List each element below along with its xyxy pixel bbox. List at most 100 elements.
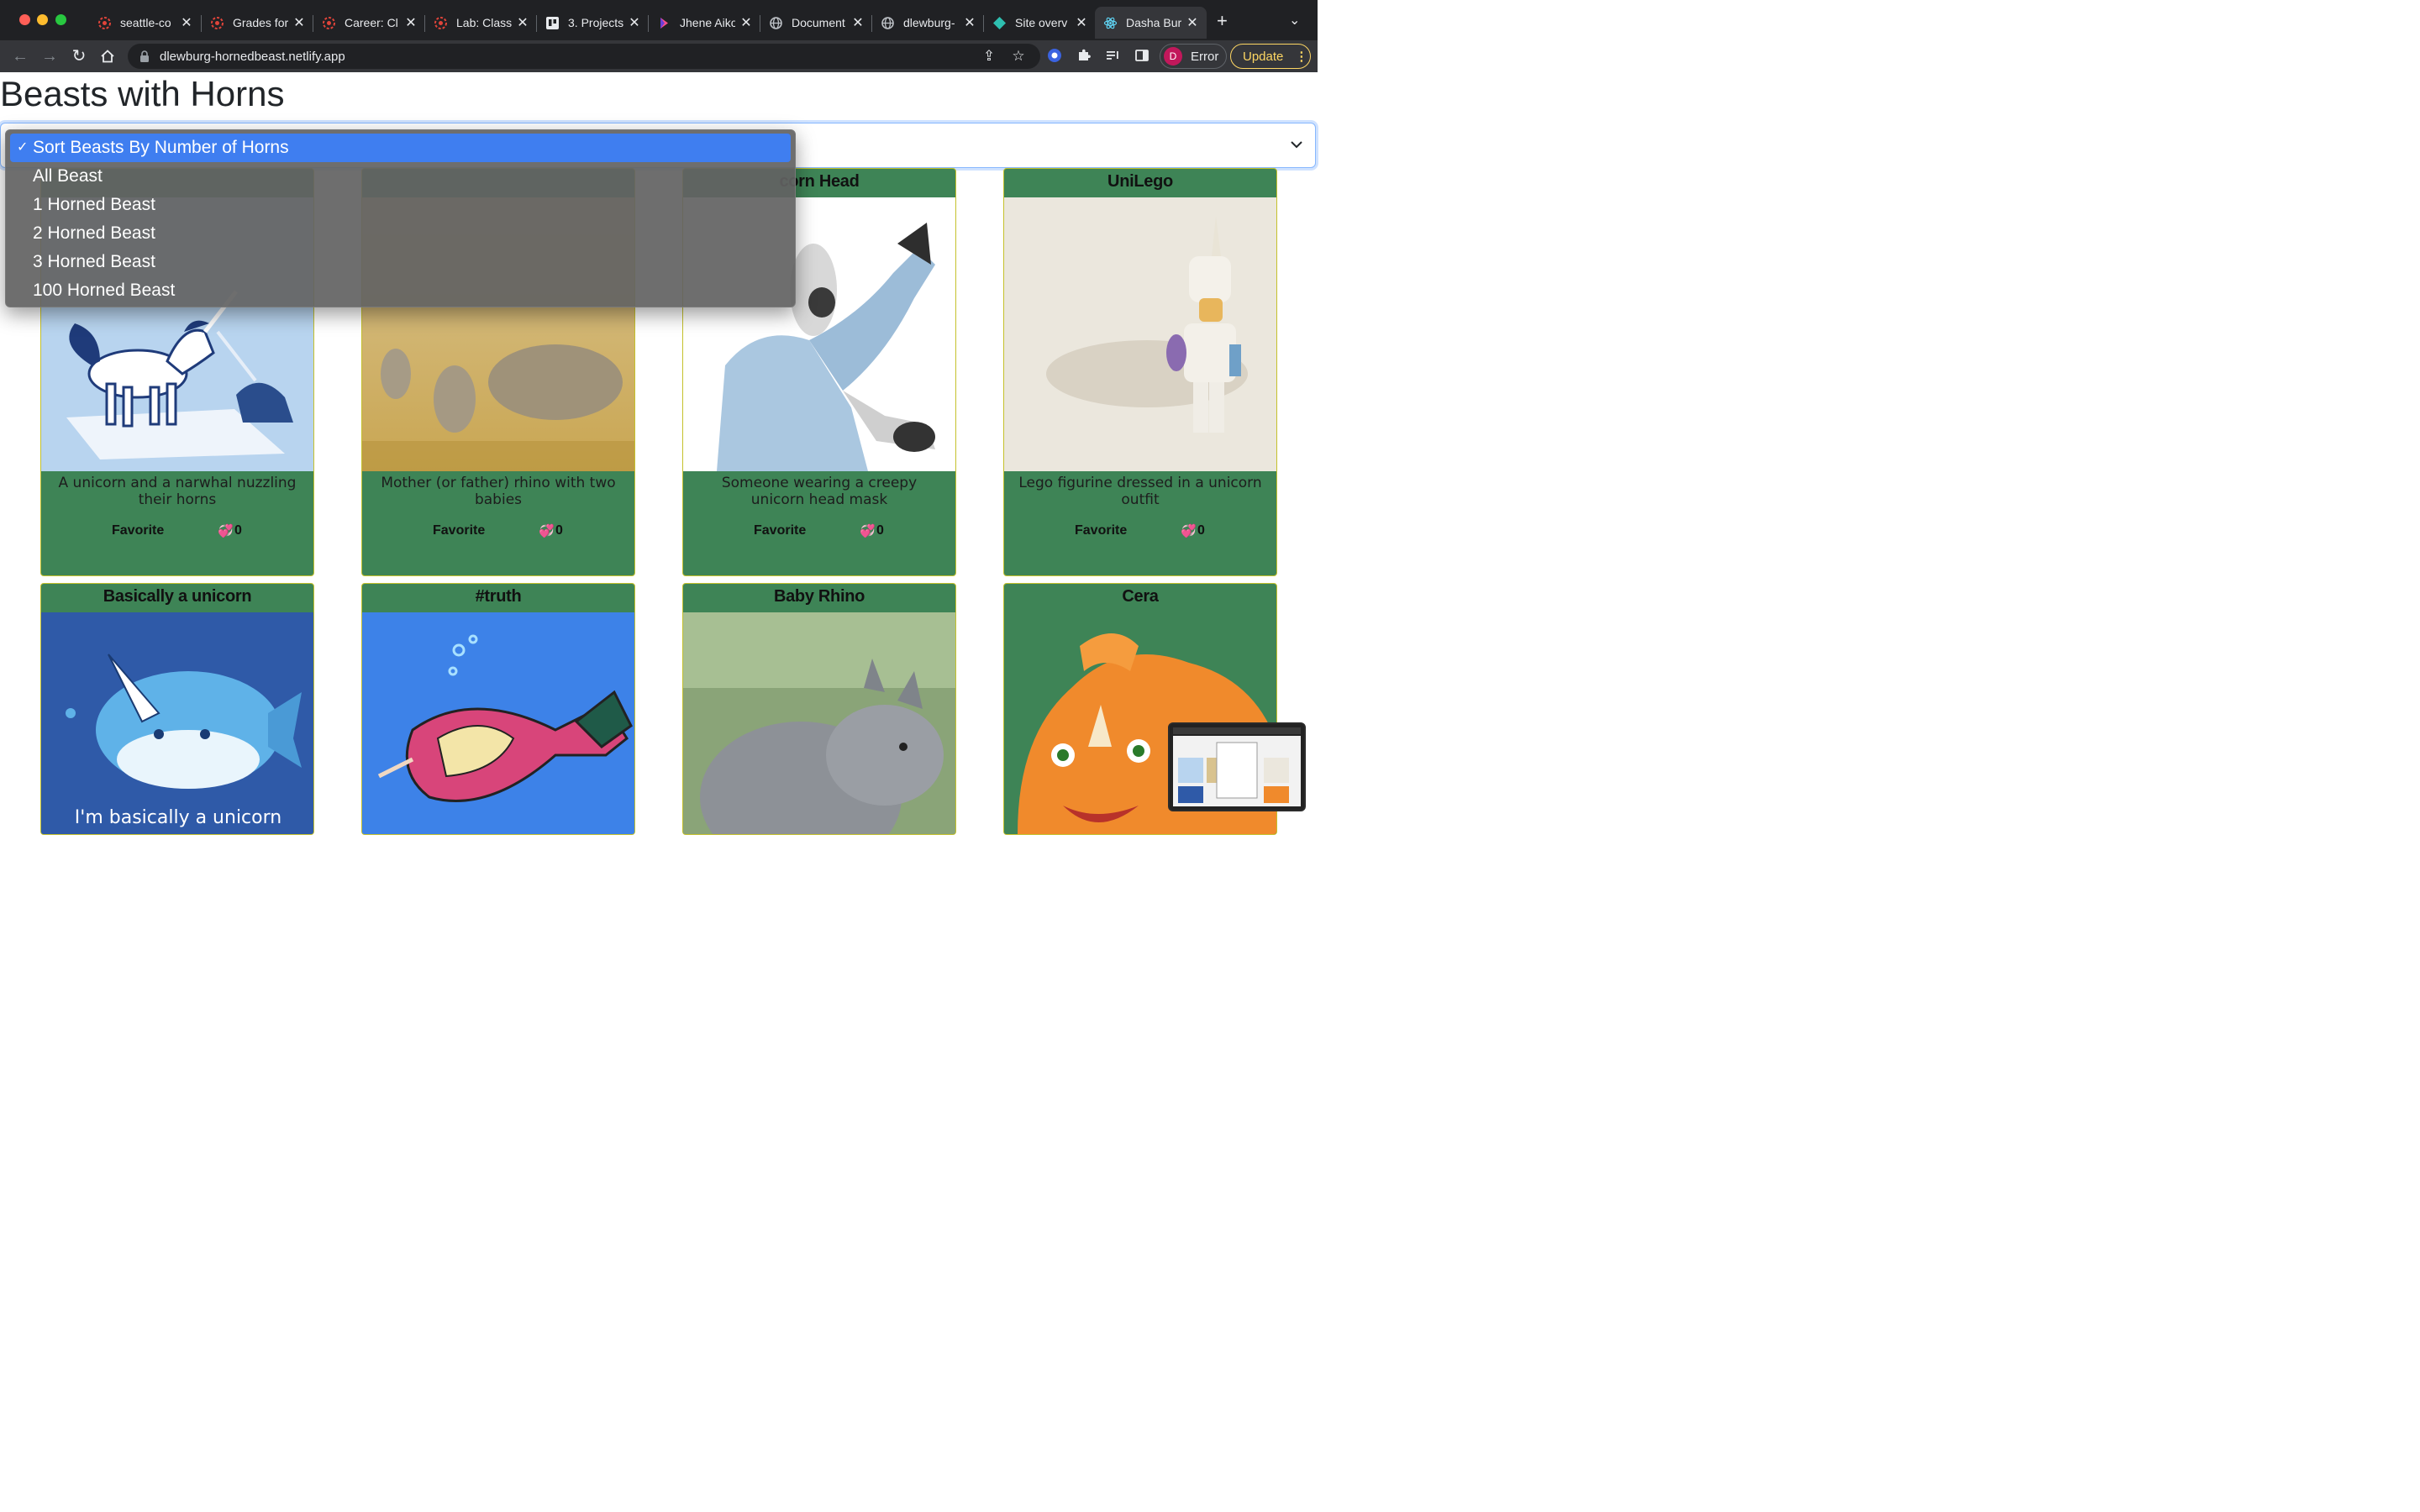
card-description: A unicorn and a narwhal nuzzling their h… <box>58 475 297 508</box>
card-title: #truth <box>475 587 522 606</box>
select-option-1-horn[interactable]: 1 Horned Beast <box>10 191 791 219</box>
bookmark-star-icon[interactable]: ☆ <box>1010 48 1027 65</box>
tab-title: Dasha Bur <box>1126 16 1181 29</box>
close-tab-icon[interactable]: ✕ <box>852 14 864 31</box>
tab-title: Site overv <box>1015 16 1068 29</box>
browser-tab[interactable]: Career: Cl ✕ <box>313 7 425 39</box>
close-tab-icon[interactable]: ✕ <box>964 14 976 31</box>
card-title: Baby Rhino <box>773 587 865 606</box>
favorite-button[interactable]: Favorite <box>754 523 806 538</box>
close-window-button[interactable] <box>19 14 30 25</box>
update-button[interactable]: Update ⋮ <box>1230 44 1311 69</box>
select-option-sort[interactable]: ✓ Sort Beasts By Number of Horns <box>10 134 791 162</box>
favorite-button[interactable]: Favorite <box>433 523 485 538</box>
new-tab-icon[interactable]: + <box>1217 12 1228 30</box>
tab-title: Jhene Aiko <box>680 16 735 29</box>
maximize-window-button[interactable] <box>55 14 66 25</box>
likes-count: 0 <box>876 523 884 538</box>
close-tab-icon[interactable]: ✕ <box>629 14 640 31</box>
address-bar[interactable]: dlewburg-hornedbeast.netlify.app <box>128 44 1040 69</box>
more-menu-icon[interactable]: ⋮ <box>1295 49 1307 64</box>
close-tab-icon[interactable]: ✕ <box>293 14 305 31</box>
select-option-all[interactable]: All Beast <box>10 162 791 191</box>
globe-icon <box>881 16 895 30</box>
close-tab-icon[interactable]: ✕ <box>1186 14 1198 31</box>
back-arrow-icon[interactable]: ← <box>10 46 30 66</box>
beast-image[interactable] <box>1004 197 1276 471</box>
close-tab-icon[interactable]: ✕ <box>1076 14 1087 31</box>
likes-count: 0 <box>555 523 563 538</box>
heart-icon: 💞 <box>539 524 555 538</box>
favorite-button[interactable]: Favorite <box>1075 523 1127 538</box>
chevron-down-icon <box>1290 135 1303 153</box>
code-fellows-icon <box>97 16 112 30</box>
browser-tab[interactable]: Site overv ✕ <box>984 7 1096 39</box>
profile-status: Error <box>1191 49 1219 64</box>
music-icon <box>657 16 671 30</box>
tab-title: dlewburg- <box>903 16 955 29</box>
react-icon <box>1103 16 1118 30</box>
extensions-puzzle-icon[interactable] <box>1076 48 1092 65</box>
home-icon[interactable] <box>97 46 118 66</box>
beast-image[interactable] <box>362 612 634 834</box>
code-fellows-icon <box>434 16 448 30</box>
beast-image[interactable]: I'm basically a unicorn <box>41 612 313 834</box>
close-tab-icon[interactable]: ✕ <box>181 14 192 31</box>
likes-count: 0 <box>1197 523 1205 538</box>
media-queue-icon[interactable] <box>1104 48 1121 65</box>
beast-card: #truth <box>361 583 635 835</box>
favorite-button[interactable]: Favorite <box>112 523 164 538</box>
trello-icon <box>545 16 560 30</box>
tab-title: seattle-co <box>120 16 171 29</box>
code-fellows-icon <box>322 16 336 30</box>
beast-image[interactable] <box>683 612 955 834</box>
browser-tab[interactable]: Lab: Class ✕ <box>425 7 537 39</box>
update-label: Update <box>1243 49 1284 64</box>
url-text: dlewburg-hornedbeast.netlify.app <box>160 49 345 64</box>
share-icon[interactable]: ⇪ <box>981 48 997 65</box>
horns-sort-dropdown: ✓ Sort Beasts By Number of Horns All Bea… <box>5 129 796 307</box>
tab-title: Document <box>792 16 845 29</box>
browser-tab[interactable]: Jhene Aiko ✕ <box>649 7 760 39</box>
lock-icon <box>140 50 149 62</box>
browser-tab[interactable]: dlewburg- ✕ <box>872 7 984 39</box>
profile-button[interactable]: D Error <box>1160 44 1227 69</box>
reload-icon[interactable]: ↻ <box>69 46 89 66</box>
chevron-down-icon[interactable]: ⌄ <box>1289 12 1300 29</box>
likes-count: 0 <box>234 523 242 538</box>
beast-card: UniLego Lego figurine dressed in a unico… <box>1003 168 1277 576</box>
card-title: Cera <box>1122 587 1159 606</box>
card-title: Basically a unicorn <box>103 587 252 606</box>
screen-recording-thumbnail[interactable] <box>1168 722 1306 811</box>
card-title: UniLego <box>1107 172 1173 191</box>
select-option-100-horns[interactable]: 100 Horned Beast <box>10 276 791 305</box>
close-tab-icon[interactable]: ✕ <box>405 14 417 31</box>
browser-tab[interactable]: 3. Projects ✕ <box>537 7 649 39</box>
heart-icon: 💞 <box>860 524 876 538</box>
card-description: Lego figurine dressed in a unicorn outfi… <box>1018 475 1262 508</box>
tab-title: Career: Cl <box>345 16 398 29</box>
select-option-2-horns[interactable]: 2 Horned Beast <box>10 219 791 248</box>
forward-arrow-icon[interactable]: → <box>39 46 60 66</box>
heart-icon: 💞 <box>218 524 234 538</box>
beast-card: Baby Rhino <box>682 583 956 835</box>
browser-tab[interactable]: Grades for ✕ <box>202 7 313 39</box>
tab-title: 3. Projects <box>568 16 623 29</box>
select-option-3-horns[interactable]: 3 Horned Beast <box>10 248 791 276</box>
browser-tab[interactable]: seattle-co ✕ <box>89 7 201 39</box>
browser-toolbar: ← → ↻ dlewburg-hornedbeast.netlify.app ⇪… <box>0 40 1318 72</box>
heart-icon: 💞 <box>1181 524 1197 538</box>
code-fellows-icon <box>210 16 224 30</box>
tab-title: Lab: Class <box>456 16 512 29</box>
avatar: D <box>1164 47 1182 66</box>
side-panel-icon[interactable] <box>1134 48 1150 65</box>
browser-tab-active[interactable]: Dasha Bur ✕ <box>1095 7 1207 39</box>
globe-icon <box>769 16 783 30</box>
minimize-window-button[interactable] <box>37 14 48 25</box>
extension-icon[interactable] <box>1046 48 1063 65</box>
browser-tab[interactable]: Document ✕ <box>760 7 872 39</box>
close-tab-icon[interactable]: ✕ <box>740 14 752 31</box>
image-caption: I'm basically a unicorn <box>74 807 282 828</box>
beast-card: Basically a unicorn I'm basically a unic… <box>40 583 314 835</box>
close-tab-icon[interactable]: ✕ <box>517 14 529 31</box>
